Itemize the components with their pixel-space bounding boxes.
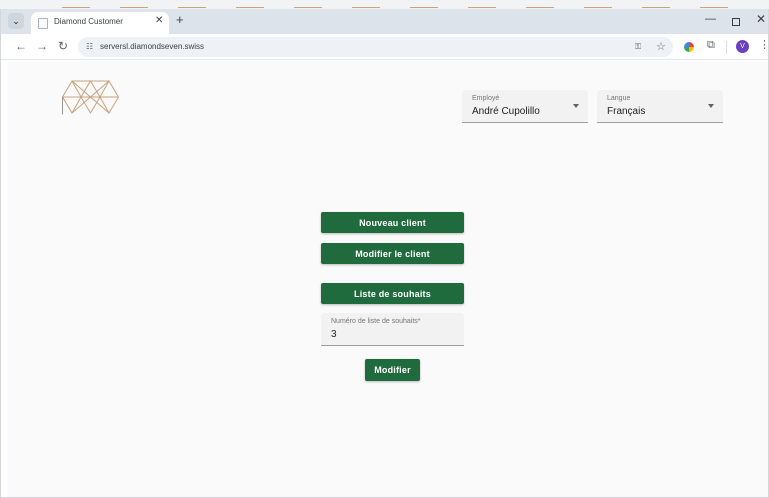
decor-mark <box>178 7 206 8</box>
decor-mark <box>468 7 496 8</box>
decor-mark <box>584 7 612 8</box>
decor-mark <box>236 7 264 8</box>
puzzle-icon[interactable]: ⧉ <box>707 39 715 52</box>
page-content: Employé André Cupolillo Langue Français … <box>7 61 768 497</box>
wishlist-number-field[interactable]: Numéro de liste de souhaits* 3 <box>321 313 464 346</box>
more-vertical-icon[interactable]: ⋮ <box>759 38 769 51</box>
key-icon[interactable]: ⚿ <box>635 42 641 52</box>
decor-mark <box>352 7 380 8</box>
maximize-icon[interactable] <box>732 18 740 26</box>
wishlist-button[interactable]: Liste de souhaits <box>321 283 464 304</box>
decor-mark <box>410 7 438 8</box>
diamond-logo <box>62 80 119 115</box>
decor-mark <box>294 7 322 8</box>
arrow-right-icon[interactable]: → <box>36 39 48 53</box>
employee-select[interactable]: Employé André Cupolillo <box>462 90 588 123</box>
chevron-down-icon[interactable]: ⌄ <box>8 13 24 29</box>
tune-icon[interactable]: ☷ <box>86 42 93 51</box>
decor-mark <box>642 7 670 8</box>
new-client-button[interactable]: Nouveau client <box>321 212 464 233</box>
modify-button[interactable]: Modifier <box>365 359 420 381</box>
employee-value: André Cupolillo <box>472 106 540 117</box>
language-select[interactable]: Langue Français <box>597 90 723 123</box>
color-extension-icon[interactable] <box>684 42 694 52</box>
page-favicon-icon <box>38 18 48 29</box>
minimize-icon[interactable]: — <box>705 13 716 25</box>
decor-mark <box>526 7 554 8</box>
tab-title: Diamond Customer <box>54 17 123 26</box>
browser-toolbar: ← → ↻ ☷ serversl.diamondseven.swiss ⚿ ☆ … <box>1 34 769 60</box>
dropdown-arrow-icon <box>708 104 714 108</box>
reload-icon[interactable]: ↻ <box>58 39 68 53</box>
language-value: Français <box>607 106 646 117</box>
tab-bar: ⌄ Diamond Customer ✕ + — ✕ <box>1 9 768 34</box>
close-window-icon[interactable]: ✕ <box>756 12 766 26</box>
plus-icon[interactable]: + <box>176 12 184 27</box>
decor-mark <box>62 7 90 8</box>
decor-mark <box>700 7 728 8</box>
arrow-left-icon[interactable]: ← <box>15 39 27 53</box>
star-icon[interactable]: ☆ <box>656 40 666 53</box>
wishlist-number-value[interactable]: 3 <box>331 329 337 340</box>
language-label: Langue <box>607 95 631 102</box>
wishlist-number-label: Numéro de liste de souhaits* <box>331 318 421 325</box>
url-text[interactable]: serversl.diamondseven.swiss <box>100 42 204 51</box>
close-icon[interactable]: ✕ <box>155 15 163 26</box>
dropdown-arrow-icon <box>573 104 579 108</box>
address-bar[interactable]: ☷ serversl.diamondseven.swiss ⚿ ☆ <box>78 37 673 57</box>
decor-mark <box>120 7 148 8</box>
toolbar-divider <box>726 41 727 54</box>
browser-tab[interactable]: Diamond Customer ✕ <box>31 12 169 34</box>
profile-avatar[interactable]: V <box>736 40 749 53</box>
edit-client-button[interactable]: Modifier le client <box>321 243 464 264</box>
employee-label: Employé <box>472 95 500 102</box>
top-strip <box>0 0 769 9</box>
